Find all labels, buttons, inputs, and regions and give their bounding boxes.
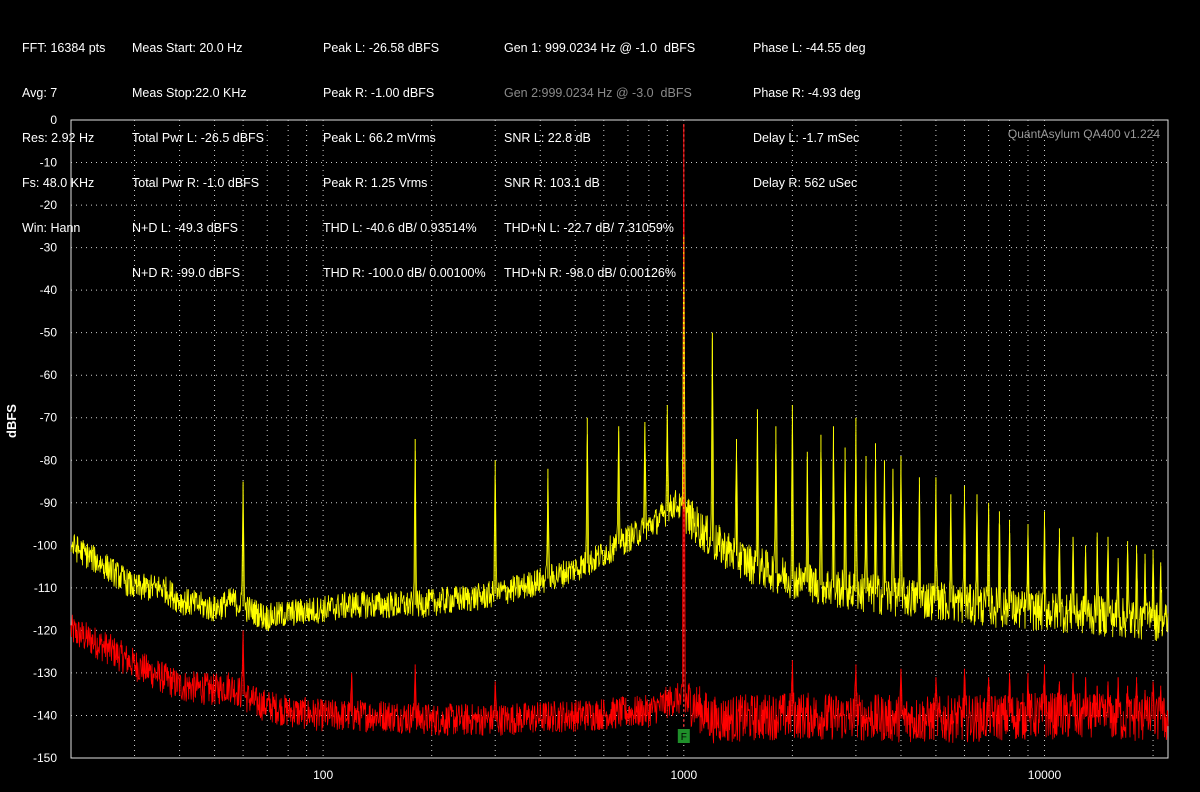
- y-tick-label: -40: [40, 283, 58, 297]
- y-tick-label: -50: [40, 326, 58, 340]
- y-tick-label: -100: [33, 538, 57, 552]
- x-tick-label: 10000: [1028, 768, 1062, 782]
- series-left: [70, 234, 1169, 642]
- trace-line-left: [70, 265, 1169, 642]
- x-tick-label: 100: [313, 768, 333, 782]
- plot-frame: [70, 119, 1169, 759]
- x-tick-label: 1000: [670, 768, 697, 782]
- y-tick-labels: 0 -10 -20 -30 -40 -50 -60 -70 -80 -90 -100 -110 -120…: [33, 113, 57, 765]
- y-tick-label: -20: [40, 198, 58, 212]
- y-tick-label: -130: [33, 666, 57, 680]
- y-tick-label: -110: [34, 581, 57, 595]
- y-tick-label: -150: [33, 751, 57, 765]
- x-tick-labels: 100 1000 10000: [313, 768, 1061, 782]
- grid-lines: [70, 119, 1169, 759]
- chart-marks: QuantAsylum QA400 v1.224 F: [677, 124, 1160, 743]
- y-tick-label: -10: [40, 156, 58, 170]
- y-tick-label: 0: [50, 113, 57, 127]
- fundamental-marker-label: F: [681, 732, 687, 743]
- y-tick-label: -30: [40, 241, 58, 255]
- y-tick-label: -140: [33, 708, 57, 722]
- fft-chart[interactable]: 0 -10 -20 -30 -40 -50 -60 -70 -80 -90 -100 -110 -120…: [0, 0, 1200, 792]
- traces: [70, 124, 1169, 744]
- y-tick-label: -120: [33, 623, 57, 637]
- y-tick-label: -80: [40, 453, 58, 467]
- watermark-label: QuantAsylum QA400 v1.224: [1008, 127, 1160, 141]
- y-tick-label: -90: [40, 496, 58, 510]
- series-right: [70, 124, 1169, 744]
- y-tick-label: -60: [40, 368, 58, 382]
- y-tick-label: -70: [40, 411, 58, 425]
